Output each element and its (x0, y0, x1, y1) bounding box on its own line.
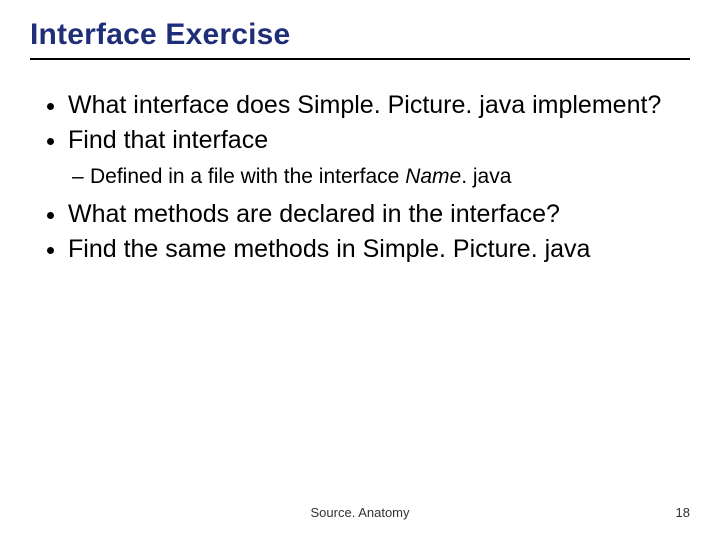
bullet-item: Find the same methods in Simple. Picture… (68, 234, 690, 265)
slide-title: Interface Exercise (30, 18, 690, 60)
bullet-item: What methods are declared in the interfa… (68, 199, 690, 230)
page-number: 18 (676, 505, 690, 520)
sub-bullet-item: Defined in a file with the interface Nam… (90, 163, 690, 191)
bullet-item: What interface does Simple. Picture. jav… (68, 90, 690, 121)
sub-bullet-suffix: . java (461, 165, 511, 188)
slide: Interface Exercise What interface does S… (0, 0, 720, 540)
sub-bullet-prefix: Defined in a file with the interface (90, 165, 405, 188)
bullet-text: Find that interface (68, 126, 268, 154)
bullet-item: Find that interface Defined in a file wi… (68, 125, 690, 191)
sub-bullet-name: Name (405, 165, 461, 188)
bullet-list: What interface does Simple. Picture. jav… (40, 90, 690, 265)
footer-label: Source. Anatomy (0, 505, 720, 520)
sub-bullet-list: Defined in a file with the interface Nam… (68, 163, 690, 191)
